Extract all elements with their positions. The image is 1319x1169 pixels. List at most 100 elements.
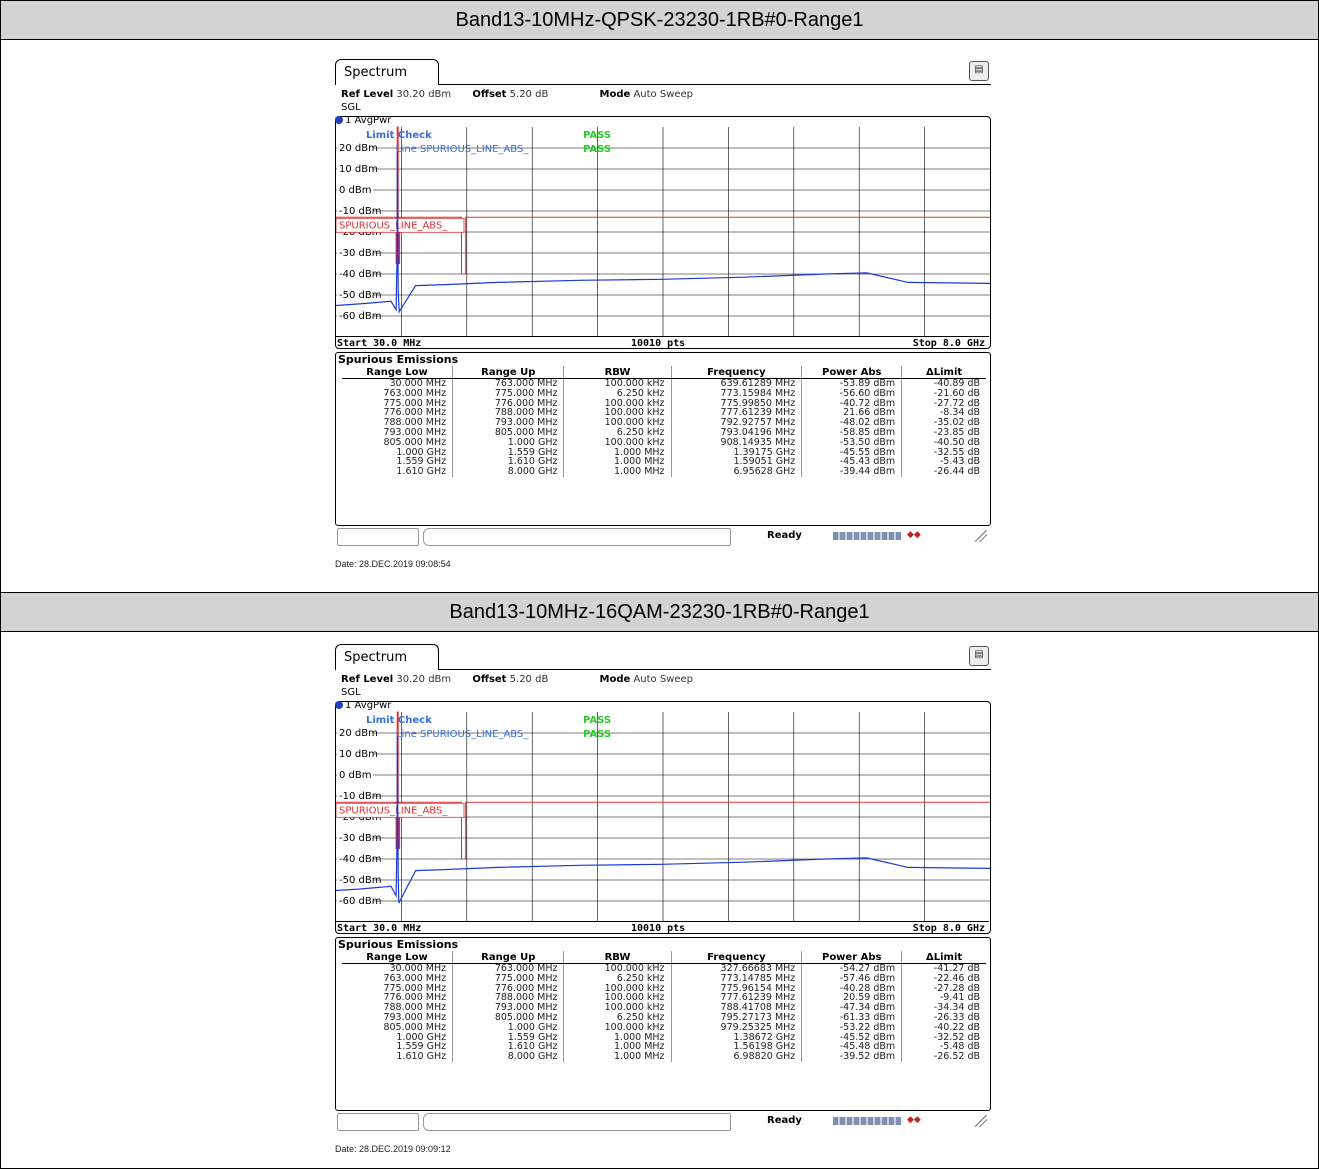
menu-icon[interactable]: ▤ <box>969 61 989 81</box>
rs-logo-icon: ◆◆ <box>907 530 921 540</box>
table-cell: -39.52 dBm <box>801 1052 903 1062</box>
trace-legend: 1 AvgPwr <box>335 115 391 126</box>
table-cell: 6.95628 GHz <box>671 467 803 477</box>
mode-label: Mode <box>599 674 631 685</box>
y-tick-label: -60 dBm <box>339 311 381 322</box>
column-header: RBW <box>563 366 672 379</box>
ref-level-label: Ref Level <box>341 674 394 685</box>
table-cell: 1.000 MHz <box>563 467 672 477</box>
progress-bars <box>833 1117 901 1125</box>
spurious-table: Range Low Range Up RBW Frequency Power Abs ΔL… <box>342 366 986 477</box>
column-header: ΔLimit <box>901 951 986 964</box>
column-header: Frequency <box>671 951 803 964</box>
table-header-row: Range Low Range Up RBW Frequency Power Abs ΔL… <box>342 366 986 379</box>
table-title: Spurious Emissions <box>338 938 459 951</box>
section-title: Band13-10MHz-QPSK-23230-1RB#0-Range1 <box>1 1 1318 40</box>
status-bar: Ready ◆◆ <box>335 526 989 546</box>
ref-level-value: 30.20 dBm <box>396 89 452 100</box>
status-bar: Ready ◆◆ <box>335 1111 989 1131</box>
offset-value: 5.20 dB <box>509 674 549 685</box>
table-title: Spurious Emissions <box>338 353 459 366</box>
trace-dot-icon <box>335 701 343 709</box>
tab-spectrum[interactable]: Spectrum <box>335 644 439 670</box>
mode-value: Auto Sweep <box>633 674 694 685</box>
y-tick-label: 10 dBm <box>339 749 378 760</box>
section-title: Band13-10MHz-16QAM-23230-1RB#0-Range1 <box>1 592 1318 632</box>
stop-freq: Stop 8.0 GHz <box>912 338 985 349</box>
status-ready: Ready <box>767 1115 802 1126</box>
points: 10010 pts <box>631 923 686 934</box>
spectrum-panel: Spectrum ▤ Ref Level 30.20 dBm Offset 5.… <box>333 644 991 1154</box>
date-stamp: Date: 28.DEC.2019 09:08:54 <box>335 559 451 569</box>
table-cell: -26.52 dB <box>933 1051 980 1063</box>
offset-label: Offset <box>472 89 507 100</box>
column-header: Range Up <box>452 951 565 964</box>
table-cell: 1.610 GHz <box>342 467 454 477</box>
progress-bars <box>833 532 901 540</box>
spectrum-chart: 20 dBm10 dBm0 dBm-10 dBm-20 dBm-30 dBm-4… <box>336 126 990 337</box>
stop-freq: Stop 8.0 GHz <box>912 923 985 934</box>
resize-grip-icon[interactable] <box>975 530 987 542</box>
table-cell: 6.98820 GHz <box>671 1052 803 1062</box>
column-header: Range Low <box>342 366 454 379</box>
y-tick-label: -10 dBm <box>339 791 381 802</box>
y-tick-label: -40 dBm <box>339 269 381 280</box>
points: 10010 pts <box>631 338 686 349</box>
trace-dot-icon <box>335 116 343 124</box>
message-field <box>423 528 731 546</box>
limit-line-name: Line SPURIOUS_LINE_ABS_ <box>396 729 529 740</box>
offset-value: 5.20 dB <box>509 89 549 100</box>
mode-label: Mode <box>599 89 631 100</box>
offset-label: Offset <box>472 674 507 685</box>
y-tick-label: -30 dBm <box>339 248 381 259</box>
plot-area: 20 dBm10 dBm0 dBm-10 dBm-20 dBm-30 dBm-4… <box>335 701 991 934</box>
resize-grip-icon[interactable] <box>975 1115 987 1127</box>
y-tick-label: 10 dBm <box>339 164 378 175</box>
limit-label: SPURIOUS_LINE_ABS_ <box>339 805 448 816</box>
trace-label: 1 AvgPwr <box>345 700 392 711</box>
menu-icon[interactable]: ▤ <box>969 646 989 666</box>
spurious-table-panel: Spurious Emissions Range Low Range Up RBW F… <box>335 352 991 526</box>
plot-area: 20 dBm10 dBm0 dBm-10 dBm-20 dBm-30 dBm-4… <box>335 116 991 349</box>
status-field <box>337 528 419 546</box>
mode-value: Auto Sweep <box>633 89 694 100</box>
y-tick-label: 20 dBm <box>339 728 378 739</box>
trace-legend: 1 AvgPwr <box>335 700 391 711</box>
pass-label: PASS <box>583 144 611 155</box>
limit-line-name: Line SPURIOUS_LINE_ABS_ <box>396 144 529 155</box>
x-axis-footer: Start 30.0 MHz 10010 pts Stop 8.0 GHz <box>335 336 989 352</box>
column-header: Power Abs <box>801 366 903 379</box>
y-tick-label: -40 dBm <box>339 854 381 865</box>
ref-level-label: Ref Level <box>341 89 394 100</box>
spurious-table-panel: Spurious Emissions Range Low Range Up RBW F… <box>335 937 991 1111</box>
column-header: Range Up <box>452 366 565 379</box>
date-stamp: Date: 28.DEC.2019 09:09:12 <box>335 1144 451 1154</box>
y-tick-label: -60 dBm <box>339 896 381 907</box>
y-tick-label: -50 dBm <box>339 290 381 301</box>
tab-divider <box>439 669 991 670</box>
settings-line: Ref Level 30.20 dBm Offset 5.20 dB Mode … <box>341 89 711 100</box>
rs-logo-icon: ◆◆ <box>907 1115 921 1125</box>
pass-label: PASS <box>583 715 611 726</box>
spectrum-panel: Spectrum ▤ Ref Level 30.20 dBm Offset 5.… <box>333 59 991 569</box>
y-tick-label: 20 dBm <box>339 143 378 154</box>
pass-label: PASS <box>583 729 611 740</box>
y-tick-label: -50 dBm <box>339 875 381 886</box>
limit-check-label: Limit Check <box>366 130 432 141</box>
limit-label: SPURIOUS_LINE_ABS_ <box>339 220 448 231</box>
tab-divider <box>439 84 991 85</box>
spurious-table: Range Low Range Up RBW Frequency Power Abs ΔL… <box>342 951 986 1062</box>
pass-label: PASS <box>583 130 611 141</box>
column-header: RBW <box>563 951 672 964</box>
settings-line: Ref Level 30.20 dBm Offset 5.20 dB Mode … <box>341 674 711 685</box>
table-header-row: Range Low Range Up RBW Frequency Power Abs ΔL… <box>342 951 986 964</box>
spectrum-chart: 20 dBm10 dBm0 dBm-10 dBm-20 dBm-30 dBm-4… <box>336 711 990 922</box>
table-cell: -39.44 dBm <box>801 467 903 477</box>
table-cell: 8.000 GHz <box>452 467 565 477</box>
sweep-mode: SGL <box>341 102 361 113</box>
tab-spectrum[interactable]: Spectrum <box>335 59 439 85</box>
limit-check-label: Limit Check <box>366 715 432 726</box>
y-tick-label: -10 dBm <box>339 206 381 217</box>
sweep-mode: SGL <box>341 687 361 698</box>
table-cell: -26.44 dB <box>933 466 980 478</box>
